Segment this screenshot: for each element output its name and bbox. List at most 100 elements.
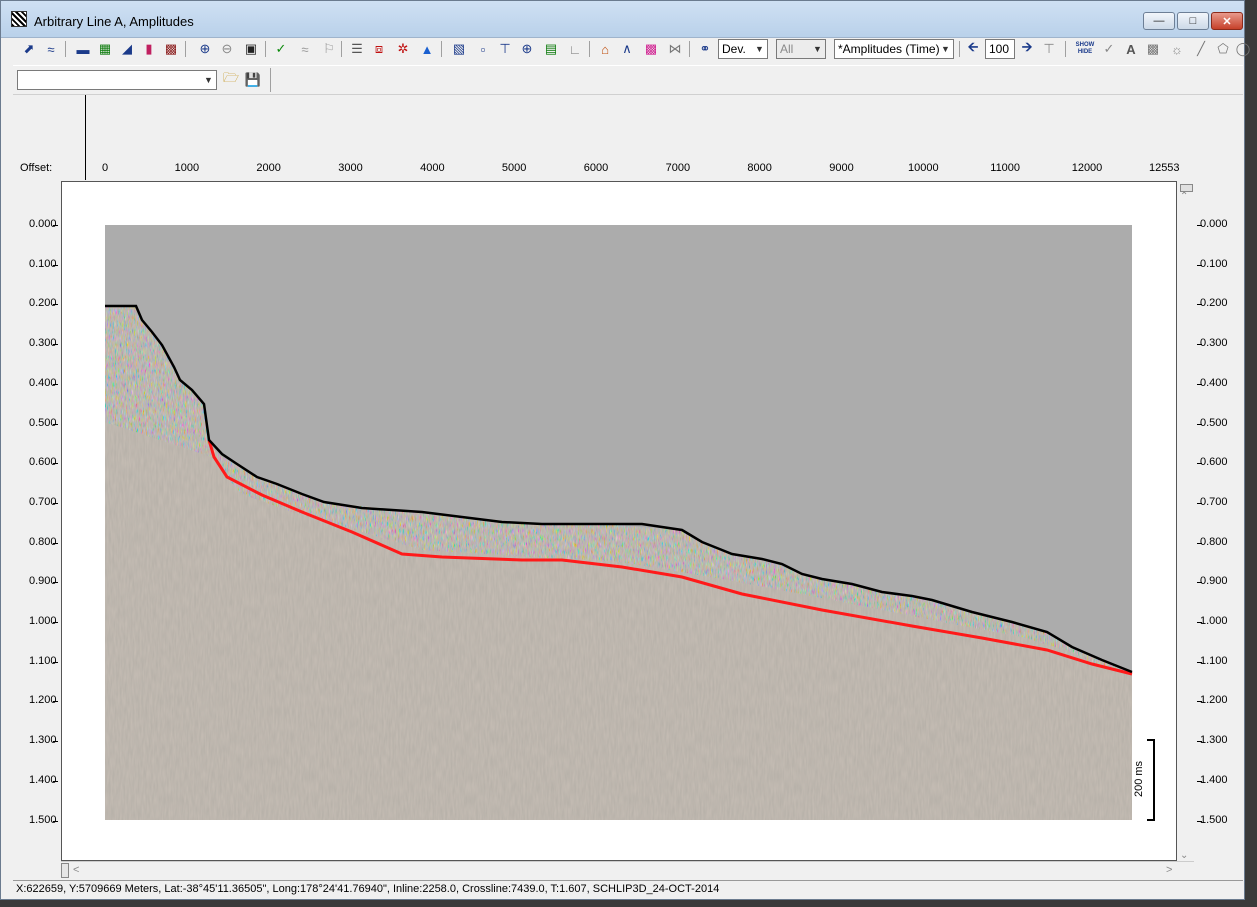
zoom-out-icon[interactable]: ⊖ xyxy=(217,39,237,59)
time-label-left: 0.400 xyxy=(29,376,57,389)
scroll-left-icon[interactable]: < xyxy=(73,864,79,876)
chevron-down-icon: ▼ xyxy=(204,75,213,85)
vertical-scrollbar[interactable]: ⌃ ⌄ xyxy=(1177,181,1194,861)
track-horizon-icon[interactable]: ⧈ xyxy=(369,39,389,59)
align-bottom-icon[interactable]: ⊤ xyxy=(495,39,515,59)
line-tool-icon[interactable]: ╱ xyxy=(1191,39,1211,59)
time-tick-left xyxy=(53,225,58,226)
zoom-in-icon[interactable]: ⊕ xyxy=(195,39,215,59)
peak-icon[interactable]: ∧ xyxy=(617,39,637,59)
time-label-right: 0.100 xyxy=(1200,257,1228,270)
offset-tick-label: 9000 xyxy=(829,162,854,174)
grid-tool-icon[interactable]: ▦ xyxy=(95,39,115,59)
arrow-right-icon[interactable]: 🡪 xyxy=(1017,39,1037,59)
amplitude-combo[interactable]: *Amplitudes (Time) ▼ xyxy=(834,39,954,59)
scroll-down-icon[interactable]: ⌄ xyxy=(1180,850,1188,861)
horizon-tool-icon[interactable]: ▬ xyxy=(73,39,93,59)
list-icon[interactable]: ☰ xyxy=(347,39,367,59)
hash-grid-icon[interactable]: ▫ xyxy=(473,39,493,59)
time-tick-right xyxy=(1197,542,1202,544)
all-combo[interactable]: All ▼ xyxy=(776,39,826,59)
toolbar-separator xyxy=(270,68,271,92)
pointer-tool-icon[interactable]: ⬈ xyxy=(19,39,39,59)
sun-icon[interactable]: ☼ xyxy=(1167,39,1187,59)
header-divider xyxy=(85,95,86,180)
offset-tick-label: 7000 xyxy=(665,162,691,174)
zoom-fit-icon[interactable]: ▣ xyxy=(241,39,261,59)
text-tool-icon[interactable]: A xyxy=(1121,39,1141,59)
time-label-left: 0.800 xyxy=(29,535,57,548)
offset-tick-label: 8000 xyxy=(747,162,772,174)
selector-combo[interactable]: ▼ xyxy=(17,70,217,90)
open-folder-icon[interactable]: 🗁 xyxy=(221,70,241,90)
save-icon[interactable]: 💾 xyxy=(243,70,263,90)
time-tick-left xyxy=(53,502,58,504)
house-icon[interactable]: ⌂ xyxy=(595,39,615,59)
minimize-button[interactable]: — xyxy=(1143,12,1175,30)
dev-combo-value: Dev. xyxy=(722,42,746,56)
color-bar-icon[interactable]: ▮ xyxy=(139,39,159,59)
time-tick-left xyxy=(53,383,58,385)
bowtie-icon[interactable]: ⋈ xyxy=(665,39,685,59)
close-button[interactable]: ✕ xyxy=(1211,12,1243,30)
polygon-tool-icon[interactable]: ⬠ xyxy=(1213,39,1233,59)
time-label-right: 0.300 xyxy=(1200,337,1228,350)
seismic-section[interactable] xyxy=(62,182,1176,860)
time-label-left: 0.900 xyxy=(29,575,57,588)
wiggle-tool-icon[interactable]: ≈ xyxy=(41,39,61,59)
pick-disabled-icon[interactable]: ≈ xyxy=(295,39,315,59)
time-tick-right xyxy=(1197,463,1202,465)
offset-tick-label: 0 xyxy=(101,162,109,174)
scale-bar-line xyxy=(1153,739,1155,821)
time-tick-right xyxy=(1197,582,1202,584)
text-box-icon[interactable]: ▩ xyxy=(1143,39,1163,59)
time-tick-left xyxy=(53,780,58,782)
status-bar: X:622659, Y:5709669 Meters, Lat:-38°45'1… xyxy=(13,880,1243,897)
columns-icon[interactable]: ▤ xyxy=(541,39,561,59)
app-icon xyxy=(11,11,27,27)
time-label-right: 0.700 xyxy=(1200,495,1228,508)
offset-tick-label: 12553 xyxy=(1148,162,1180,174)
horizontal-scrollbar[interactable]: < > xyxy=(61,861,1194,879)
check-disabled-icon[interactable]: ✓ xyxy=(1099,39,1119,59)
time-tick-right xyxy=(1197,423,1202,425)
time-shift-icon[interactable]: ⊤ xyxy=(1039,39,1059,59)
time-tick-left xyxy=(53,661,58,663)
fault-tool-icon[interactable]: ◢ xyxy=(117,39,137,59)
chart-icon[interactable]: ∟ xyxy=(565,39,585,59)
seismic-display-icon[interactable]: ▩ xyxy=(161,39,181,59)
step-value: 100 xyxy=(989,42,1010,56)
time-tick-right xyxy=(1197,820,1202,822)
arrow-left-icon[interactable]: 🡨 xyxy=(963,39,983,59)
time-label-left: 0.500 xyxy=(29,416,57,429)
cross-horizon-icon[interactable]: ✲ xyxy=(393,39,413,59)
time-label-right: 1.200 xyxy=(1200,694,1228,707)
scroll-up-icon[interactable]: ⌃ xyxy=(1180,191,1188,202)
lasso-icon[interactable]: ⚭ xyxy=(695,39,715,59)
seismic-plot-area[interactable]: 200 ms xyxy=(61,181,1177,861)
section-icon[interactable]: ▧ xyxy=(449,39,469,59)
flag-disabled-icon[interactable]: ⚐ xyxy=(319,39,339,59)
time-label-right: 1.500 xyxy=(1200,813,1228,826)
time-label-right: 1.000 xyxy=(1200,615,1228,627)
time-label-left: 0.200 xyxy=(29,297,57,310)
title-bar[interactable]: Arbitrary Line A, Amplitudes — □ ✕ xyxy=(1,1,1244,38)
paint-horizon-icon[interactable]: ▲ xyxy=(417,39,437,59)
align-center-icon[interactable]: ⊕ xyxy=(517,39,537,59)
scroll-right-icon[interactable]: > xyxy=(1166,864,1172,876)
toolbar-separator xyxy=(65,41,66,57)
dev-combo[interactable]: Dev. ▼ xyxy=(718,39,768,59)
time-label-left: 0.000 xyxy=(29,218,57,230)
minimize-icon: — xyxy=(1153,15,1165,27)
time-label-right: 1.400 xyxy=(1200,773,1228,786)
color-map-icon[interactable]: ▩ xyxy=(641,39,661,59)
scroll-thumb[interactable] xyxy=(61,863,69,878)
maximize-button[interactable]: □ xyxy=(1177,12,1209,30)
ellipse-tool-icon[interactable]: ◯ xyxy=(1233,39,1253,59)
offset-tick-label: 1000 xyxy=(174,162,200,174)
time-label-right: 0.600 xyxy=(1200,456,1228,469)
check-icon[interactable]: ✓ xyxy=(271,39,291,59)
time-tick-right xyxy=(1197,622,1202,623)
step-input[interactable]: 100 xyxy=(985,39,1015,59)
show-hide-button[interactable]: SHOW HIDE xyxy=(1075,39,1095,59)
